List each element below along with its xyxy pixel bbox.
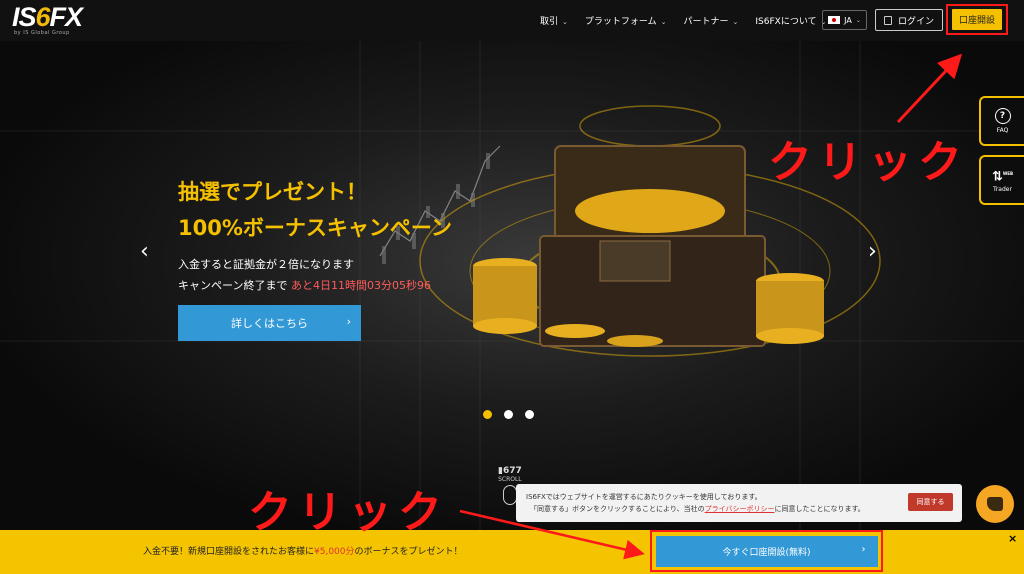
hero-slider: 抽選でプレゼント！ 100%ボーナスキャンペーン 入金すると証拠金が２倍になりま… (0, 41, 1024, 530)
privacy-policy-link[interactable]: プライバシーポリシー (705, 505, 775, 513)
banner-close-icon[interactable]: × (1008, 532, 1017, 545)
language-selector[interactable]: JA ⌄ (822, 10, 867, 30)
open-account-highlight: 口座開設 (946, 4, 1008, 35)
countdown-timer: あと4日11時間03分05秒96 (290, 279, 431, 292)
main-nav: 取引 ⌄ プラットフォーム ⌄ パートナー ⌄ IS6FXについて ⌄ (540, 0, 843, 41)
lock-icon (883, 15, 892, 25)
faq-tab[interactable]: ? FAQ (979, 96, 1024, 146)
open-account-now-label: 今すぐ口座開設(無料) (722, 547, 811, 558)
cookie-text-line-2: 「同意する」ボタンをクリックすることにより、当社のプライバシーポリシーに同意した… (530, 505, 865, 513)
slider-dot-3[interactable] (525, 410, 534, 419)
cookie-agree-button[interactable]: 同意する (908, 493, 953, 511)
chevron-right-icon: › (861, 543, 866, 555)
campaign-headline: 抽選でプレゼント！ 100%ボーナスキャンペーン (178, 174, 452, 246)
chevron-down-icon: ⌄ (855, 16, 861, 24)
headline-line-1: 抽選でプレゼント！ (178, 180, 367, 204)
logo[interactable]: IS6FX by IS Global Group (12, 4, 92, 38)
mouse-scroll-icon (502, 485, 517, 505)
question-icon: ? (994, 108, 1011, 124)
annotation-click-top: クリック (768, 137, 968, 188)
nav-item-platform[interactable]: プラットフォーム ⌄ (585, 14, 667, 27)
campaign-countdown-line: キャンペーン終了まで あと4日11時間03分05秒96 (178, 277, 431, 293)
nav-item-trading[interactable]: 取引 ⌄ (540, 14, 568, 27)
webtrader-label: Trader (993, 186, 1012, 194)
cookie-text-line-1: IS6FXではウェブサイトを運営するにあたりクッキーを使用しております。 (526, 493, 762, 501)
chat-icon (987, 497, 1003, 511)
nav-item-partner[interactable]: パートナー ⌄ (684, 14, 739, 27)
slider-pagination (483, 410, 534, 419)
headline-line-2: 100%ボーナスキャンペーン (178, 216, 452, 240)
open-account-button[interactable]: 口座開設 (952, 9, 1002, 30)
login-label: ログイン (897, 16, 934, 27)
hero-background-chart (0, 41, 1024, 530)
chevron-down-icon: ⌄ (732, 18, 739, 26)
details-button-label: 詳しくはこちら (231, 317, 308, 330)
nav-item-about[interactable]: IS6FXについて ⌄ (755, 14, 826, 27)
webtrader-tab[interactable]: ⇅WEB Trader (979, 155, 1024, 205)
slider-dot-1[interactable] (483, 410, 492, 419)
faq-label: FAQ (996, 127, 1009, 134)
annotation-click-bottom: クリック (248, 487, 448, 538)
language-label: JA (844, 15, 852, 25)
scroll-label: SCROLL (498, 476, 522, 483)
campaign-description: 入金すると証拠金が２倍になります (178, 258, 354, 271)
details-button[interactable]: 詳しくはこちら › (178, 305, 361, 341)
site-header: IS6FX by IS Global Group 取引 ⌄ プラットフォーム ⌄ パ… (0, 0, 1024, 41)
scroll-number: ▮677 (498, 466, 522, 476)
slider-next-arrow[interactable]: › (868, 239, 877, 264)
banner-text: 入金不要！新規口座開設をされたお客様に¥5,000分のボーナスをプレゼント！ (143, 547, 463, 557)
chevron-right-icon: › (346, 315, 351, 328)
slider-prev-arrow[interactable]: ‹ (140, 239, 149, 264)
bonus-amount: ¥5,000分 (314, 547, 355, 557)
chat-widget-button[interactable] (976, 485, 1014, 523)
countdown-prefix: キャンペーン終了まで (178, 279, 288, 292)
chevron-down-icon: ⌄ (660, 18, 667, 26)
slider-dot-2[interactable] (504, 410, 513, 419)
cookie-notice: IS6FXではウェブサイトを運営するにあたりクッキーを使用しております。 「同意… (516, 484, 962, 522)
japan-flag-icon (828, 16, 841, 24)
login-button[interactable]: ログイン (875, 9, 943, 31)
open-now-highlight: 今すぐ口座開設(無料) › (650, 530, 883, 572)
logo-text: IS6FX (12, 2, 83, 32)
chevron-down-icon: ⌄ (562, 18, 568, 26)
webtrader-icon: ⇅WEB (991, 169, 1014, 185)
open-account-now-button[interactable]: 今すぐ口座開設(無料) › (655, 535, 878, 567)
